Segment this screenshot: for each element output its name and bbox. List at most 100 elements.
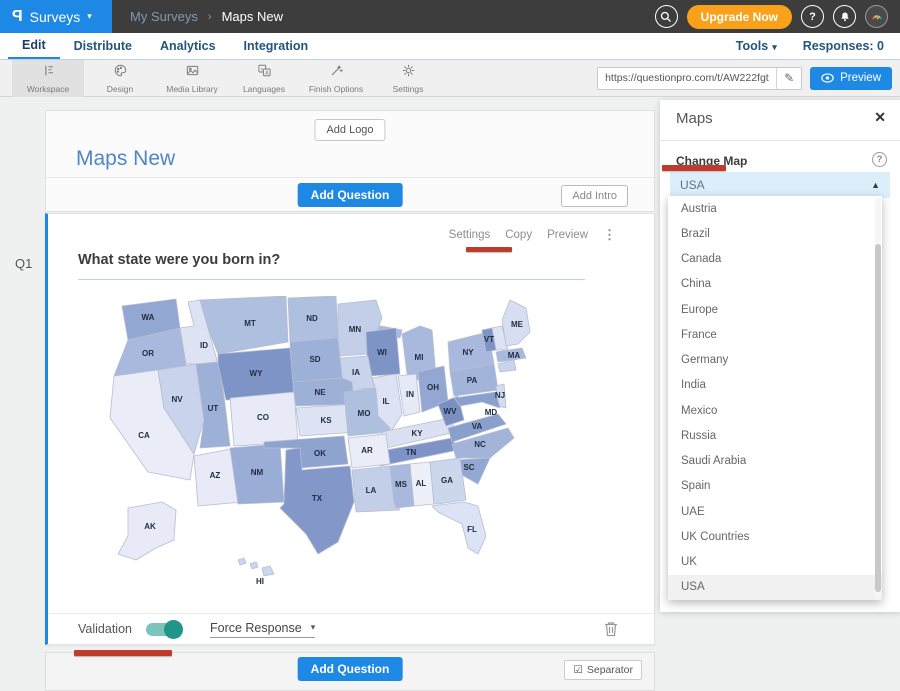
toolbar-item-finish-options[interactable]: Finish Options — [300, 60, 372, 97]
breadcrumb-my-surveys[interactable]: My Surveys — [130, 9, 198, 24]
bell-icon[interactable] — [833, 5, 856, 28]
dropdown-option-uk-countries[interactable]: UK Countries — [668, 524, 882, 549]
toolbar-item-settings[interactable]: Settings — [372, 60, 444, 97]
state-sd[interactable] — [290, 338, 342, 382]
tab-distribute[interactable]: Distribute — [60, 33, 146, 59]
add-logo-button[interactable]: Add Logo — [314, 119, 385, 141]
state-ak[interactable] — [118, 502, 176, 560]
validation-label: Validation — [78, 622, 132, 636]
add-question-button-bottom[interactable]: Add Question — [298, 657, 403, 681]
survey-nav-bar: EditDistributeAnalyticsIntegration Tools… — [0, 33, 900, 60]
state-ga[interactable] — [430, 458, 466, 504]
tab-integration[interactable]: Integration — [230, 33, 323, 59]
toolbar-item-label: Languages — [243, 84, 285, 94]
responses-count[interactable]: Responses: 0 — [803, 39, 884, 53]
validation-toggle[interactable] — [146, 623, 180, 636]
svg-text:A: A — [265, 70, 269, 76]
toolbar-item-design[interactable]: Design — [84, 60, 156, 97]
question-action-settings[interactable]: Settings — [449, 229, 491, 241]
toolbar-item-languages[interactable]: xALanguages — [228, 60, 300, 97]
breadcrumb-current: Maps New — [222, 9, 283, 24]
dropdown-option-china[interactable]: China — [668, 272, 882, 297]
dropdown-scrollbar-thumb[interactable] — [875, 244, 881, 592]
survey-title[interactable]: Maps New — [76, 147, 175, 171]
state-wy[interactable] — [218, 348, 294, 400]
close-icon[interactable]: ✕ — [874, 109, 886, 126]
delete-question-icon[interactable] — [604, 621, 618, 642]
workspace-icon — [41, 63, 56, 83]
state-fl[interactable] — [432, 502, 486, 554]
state-co[interactable] — [230, 392, 298, 446]
separator-toggle[interactable]: ☑ Separator — [564, 660, 642, 680]
checkbox-checked-icon: ☑ — [573, 664, 582, 676]
dropdown-option-usa[interactable]: USA — [668, 575, 882, 600]
help-icon[interactable]: ? — [872, 152, 887, 167]
annotation-underline-change-map — [662, 165, 726, 171]
dropdown-option-india[interactable]: India — [668, 373, 882, 398]
question-actions: Settings Copy Preview ⋮ — [449, 227, 616, 243]
question-action-preview[interactable]: Preview — [547, 229, 588, 241]
divider — [46, 177, 654, 178]
tab-edit[interactable]: Edit — [8, 33, 60, 59]
question-text[interactable]: What state were you born in? — [78, 252, 280, 268]
toolbar-item-media-library[interactable]: Media Library — [156, 60, 228, 97]
tools-menu[interactable]: Tools▾ — [736, 39, 777, 53]
wand-icon — [329, 63, 344, 83]
survey-header-card: Add Logo Maps New Add Question Add Intro — [45, 110, 655, 212]
top-header-bar: P Surveys ▾ My Surveys › Maps New Upgrad… — [0, 0, 900, 33]
kebab-menu-icon[interactable]: ⋮ — [603, 227, 616, 243]
question-text-underline — [78, 279, 585, 280]
question-action-copy[interactable]: Copy — [505, 229, 532, 241]
dropdown-option-brazil[interactable]: Brazil — [668, 221, 882, 246]
question-number: Q1 — [15, 256, 32, 271]
avatar-gauge-icon[interactable] — [865, 5, 888, 28]
chevron-down-icon: ▾ — [311, 622, 316, 633]
state-hi[interactable] — [262, 566, 274, 576]
dropdown-option-germany[interactable]: Germany — [668, 348, 882, 373]
state-nm[interactable] — [230, 444, 284, 504]
nav-tabs: EditDistributeAnalyticsIntegration — [0, 33, 322, 59]
search-icon[interactable] — [655, 5, 678, 28]
dropdown-option-uk[interactable]: UK — [668, 550, 882, 575]
product-switcher[interactable]: P Surveys ▾ — [0, 0, 112, 33]
survey-url-input[interactable] — [598, 68, 776, 89]
map-select[interactable]: USA ▲ — [670, 172, 890, 198]
tab-analytics[interactable]: Analytics — [146, 33, 230, 59]
map-select-value: USA — [680, 178, 871, 192]
editor-toolbar: WorkspaceDesignMedia LibraryxALanguagesF… — [0, 60, 900, 97]
toolbar-item-label: Settings — [393, 84, 424, 94]
dropdown-option-mexico[interactable]: Mexico — [668, 398, 882, 423]
state-me[interactable] — [502, 300, 530, 346]
edit-url-pencil-icon[interactable]: ✎ — [776, 68, 801, 89]
dropdown-option-europe[interactable]: Europe — [668, 297, 882, 322]
validation-type-dropdown[interactable]: Force Response ▾ — [210, 621, 315, 638]
product-name: Surveys — [30, 9, 81, 25]
preview-button[interactable]: Preview — [810, 67, 892, 90]
dropdown-option-russia[interactable]: Russia — [668, 423, 882, 448]
image-icon — [185, 63, 200, 83]
help-icon[interactable]: ? — [801, 5, 824, 28]
palette-icon — [113, 63, 128, 83]
survey-url-box: ✎ — [597, 67, 802, 90]
dropdown-option-austria[interactable]: Austria — [668, 196, 882, 221]
state-nd[interactable] — [288, 296, 338, 342]
panel-title: Maps — [676, 110, 713, 127]
add-question-button-top[interactable]: Add Question — [298, 183, 403, 207]
chevron-down-icon: ▾ — [772, 42, 777, 52]
dropdown-option-saudi-arabia[interactable]: Saudi Arabia — [668, 449, 882, 474]
toolbar-item-label: Finish Options — [309, 84, 363, 94]
toolbar-item-label: Media Library — [166, 84, 218, 94]
state-ar[interactable] — [348, 434, 390, 468]
dropdown-option-uae[interactable]: UAE — [668, 499, 882, 524]
dropdown-option-france[interactable]: France — [668, 322, 882, 347]
dropdown-option-spain[interactable]: Spain — [668, 474, 882, 499]
state-wi[interactable] — [366, 328, 400, 376]
add-intro-button[interactable]: Add Intro — [561, 185, 628, 207]
toolbar-item-workspace[interactable]: Workspace — [12, 60, 84, 97]
state-label-hi: HI — [256, 577, 264, 586]
toggle-knob — [164, 620, 183, 639]
upgrade-now-button[interactable]: Upgrade Now — [687, 5, 792, 29]
map-options-dropdown: AustriaBrazilCanadaChinaEuropeFranceGerm… — [668, 196, 882, 600]
dropdown-option-canada[interactable]: Canada — [668, 247, 882, 272]
breadcrumb-separator: › — [208, 11, 212, 23]
